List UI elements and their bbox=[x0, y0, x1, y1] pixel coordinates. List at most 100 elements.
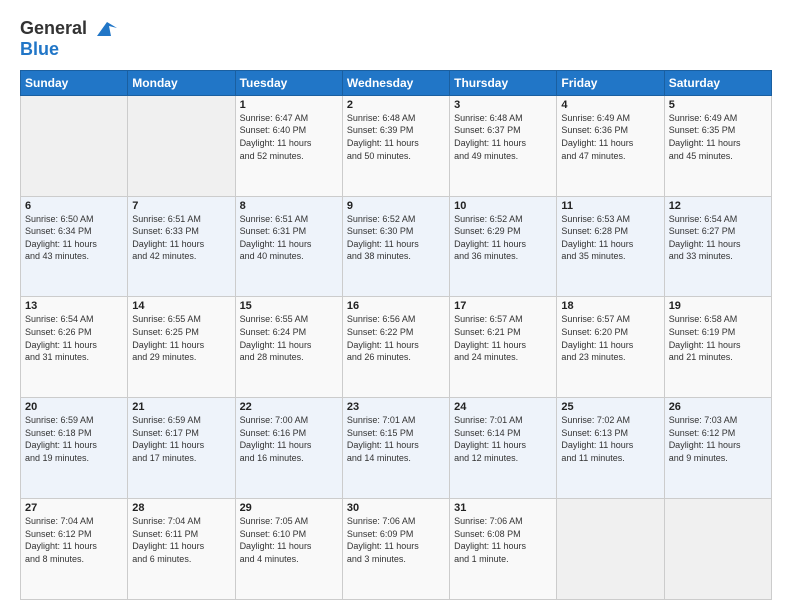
calendar-cell: 21Sunrise: 6:59 AMSunset: 6:17 PMDayligh… bbox=[128, 398, 235, 499]
calendar-cell: 5Sunrise: 6:49 AMSunset: 6:35 PMDaylight… bbox=[664, 95, 771, 196]
day-info: Sunrise: 6:55 AMSunset: 6:25 PMDaylight:… bbox=[132, 313, 230, 363]
calendar-cell: 2Sunrise: 6:48 AMSunset: 6:39 PMDaylight… bbox=[342, 95, 449, 196]
day-number: 26 bbox=[669, 401, 767, 413]
day-info: Sunrise: 7:01 AMSunset: 6:14 PMDaylight:… bbox=[454, 414, 552, 464]
day-number: 28 bbox=[132, 502, 230, 514]
logo: General Blue bbox=[20, 18, 121, 60]
calendar-cell: 7Sunrise: 6:51 AMSunset: 6:33 PMDaylight… bbox=[128, 196, 235, 297]
day-number: 5 bbox=[669, 99, 767, 111]
day-number: 17 bbox=[454, 300, 552, 312]
day-info: Sunrise: 6:57 AMSunset: 6:20 PMDaylight:… bbox=[561, 313, 659, 363]
calendar-cell: 29Sunrise: 7:05 AMSunset: 6:10 PMDayligh… bbox=[235, 499, 342, 600]
calendar-cell: 24Sunrise: 7:01 AMSunset: 6:14 PMDayligh… bbox=[450, 398, 557, 499]
week-row-4: 20Sunrise: 6:59 AMSunset: 6:18 PMDayligh… bbox=[21, 398, 772, 499]
day-number: 21 bbox=[132, 401, 230, 413]
day-number: 9 bbox=[347, 200, 445, 212]
day-number: 8 bbox=[240, 200, 338, 212]
calendar-cell: 4Sunrise: 6:49 AMSunset: 6:36 PMDaylight… bbox=[557, 95, 664, 196]
day-info: Sunrise: 6:53 AMSunset: 6:28 PMDaylight:… bbox=[561, 213, 659, 263]
calendar-cell: 18Sunrise: 6:57 AMSunset: 6:20 PMDayligh… bbox=[557, 297, 664, 398]
calendar-cell bbox=[21, 95, 128, 196]
day-info: Sunrise: 6:59 AMSunset: 6:17 PMDaylight:… bbox=[132, 414, 230, 464]
calendar-cell bbox=[664, 499, 771, 600]
weekday-header-wednesday: Wednesday bbox=[342, 70, 449, 95]
day-number: 25 bbox=[561, 401, 659, 413]
day-info: Sunrise: 7:04 AMSunset: 6:12 PMDaylight:… bbox=[25, 515, 123, 565]
day-info: Sunrise: 6:54 AMSunset: 6:26 PMDaylight:… bbox=[25, 313, 123, 363]
day-number: 10 bbox=[454, 200, 552, 212]
calendar-cell: 9Sunrise: 6:52 AMSunset: 6:30 PMDaylight… bbox=[342, 196, 449, 297]
day-info: Sunrise: 6:47 AMSunset: 6:40 PMDaylight:… bbox=[240, 112, 338, 162]
logo-blue: Blue bbox=[20, 39, 59, 59]
weekday-header-tuesday: Tuesday bbox=[235, 70, 342, 95]
calendar-cell bbox=[557, 499, 664, 600]
day-info: Sunrise: 6:51 AMSunset: 6:31 PMDaylight:… bbox=[240, 213, 338, 263]
calendar-cell bbox=[128, 95, 235, 196]
day-number: 24 bbox=[454, 401, 552, 413]
calendar-cell: 31Sunrise: 7:06 AMSunset: 6:08 PMDayligh… bbox=[450, 499, 557, 600]
calendar-cell: 1Sunrise: 6:47 AMSunset: 6:40 PMDaylight… bbox=[235, 95, 342, 196]
day-info: Sunrise: 7:06 AMSunset: 6:09 PMDaylight:… bbox=[347, 515, 445, 565]
day-info: Sunrise: 6:48 AMSunset: 6:39 PMDaylight:… bbox=[347, 112, 445, 162]
day-info: Sunrise: 7:06 AMSunset: 6:08 PMDaylight:… bbox=[454, 515, 552, 565]
calendar-cell: 23Sunrise: 7:01 AMSunset: 6:15 PMDayligh… bbox=[342, 398, 449, 499]
day-info: Sunrise: 7:02 AMSunset: 6:13 PMDaylight:… bbox=[561, 414, 659, 464]
logo-general: General bbox=[20, 19, 87, 39]
calendar-cell: 27Sunrise: 7:04 AMSunset: 6:12 PMDayligh… bbox=[21, 499, 128, 600]
calendar-cell: 20Sunrise: 6:59 AMSunset: 6:18 PMDayligh… bbox=[21, 398, 128, 499]
calendar-cell: 6Sunrise: 6:50 AMSunset: 6:34 PMDaylight… bbox=[21, 196, 128, 297]
day-info: Sunrise: 7:03 AMSunset: 6:12 PMDaylight:… bbox=[669, 414, 767, 464]
weekday-header-thursday: Thursday bbox=[450, 70, 557, 95]
day-number: 15 bbox=[240, 300, 338, 312]
calendar-cell: 3Sunrise: 6:48 AMSunset: 6:37 PMDaylight… bbox=[450, 95, 557, 196]
day-number: 23 bbox=[347, 401, 445, 413]
day-info: Sunrise: 6:55 AMSunset: 6:24 PMDaylight:… bbox=[240, 313, 338, 363]
weekday-header-row: SundayMondayTuesdayWednesdayThursdayFrid… bbox=[21, 70, 772, 95]
header: General Blue bbox=[20, 18, 772, 60]
day-number: 16 bbox=[347, 300, 445, 312]
day-number: 13 bbox=[25, 300, 123, 312]
day-number: 11 bbox=[561, 200, 659, 212]
day-info: Sunrise: 6:51 AMSunset: 6:33 PMDaylight:… bbox=[132, 213, 230, 263]
day-number: 31 bbox=[454, 502, 552, 514]
calendar-cell: 15Sunrise: 6:55 AMSunset: 6:24 PMDayligh… bbox=[235, 297, 342, 398]
calendar-cell: 19Sunrise: 6:58 AMSunset: 6:19 PMDayligh… bbox=[664, 297, 771, 398]
week-row-5: 27Sunrise: 7:04 AMSunset: 6:12 PMDayligh… bbox=[21, 499, 772, 600]
day-info: Sunrise: 6:49 AMSunset: 6:35 PMDaylight:… bbox=[669, 112, 767, 162]
day-number: 29 bbox=[240, 502, 338, 514]
day-info: Sunrise: 6:48 AMSunset: 6:37 PMDaylight:… bbox=[454, 112, 552, 162]
day-info: Sunrise: 6:49 AMSunset: 6:36 PMDaylight:… bbox=[561, 112, 659, 162]
calendar-cell: 11Sunrise: 6:53 AMSunset: 6:28 PMDayligh… bbox=[557, 196, 664, 297]
logo-bird-icon bbox=[89, 18, 119, 40]
day-number: 6 bbox=[25, 200, 123, 212]
week-row-1: 1Sunrise: 6:47 AMSunset: 6:40 PMDaylight… bbox=[21, 95, 772, 196]
calendar-cell: 8Sunrise: 6:51 AMSunset: 6:31 PMDaylight… bbox=[235, 196, 342, 297]
week-row-3: 13Sunrise: 6:54 AMSunset: 6:26 PMDayligh… bbox=[21, 297, 772, 398]
day-info: Sunrise: 7:01 AMSunset: 6:15 PMDaylight:… bbox=[347, 414, 445, 464]
day-info: Sunrise: 6:59 AMSunset: 6:18 PMDaylight:… bbox=[25, 414, 123, 464]
day-number: 2 bbox=[347, 99, 445, 111]
day-number: 3 bbox=[454, 99, 552, 111]
day-number: 1 bbox=[240, 99, 338, 111]
weekday-header-saturday: Saturday bbox=[664, 70, 771, 95]
day-number: 27 bbox=[25, 502, 123, 514]
calendar-cell: 25Sunrise: 7:02 AMSunset: 6:13 PMDayligh… bbox=[557, 398, 664, 499]
day-info: Sunrise: 6:52 AMSunset: 6:30 PMDaylight:… bbox=[347, 213, 445, 263]
day-info: Sunrise: 7:05 AMSunset: 6:10 PMDaylight:… bbox=[240, 515, 338, 565]
calendar-cell: 12Sunrise: 6:54 AMSunset: 6:27 PMDayligh… bbox=[664, 196, 771, 297]
day-info: Sunrise: 6:58 AMSunset: 6:19 PMDaylight:… bbox=[669, 313, 767, 363]
day-info: Sunrise: 7:00 AMSunset: 6:16 PMDaylight:… bbox=[240, 414, 338, 464]
weekday-header-monday: Monday bbox=[128, 70, 235, 95]
weekday-header-friday: Friday bbox=[557, 70, 664, 95]
day-number: 12 bbox=[669, 200, 767, 212]
day-number: 22 bbox=[240, 401, 338, 413]
calendar-cell: 10Sunrise: 6:52 AMSunset: 6:29 PMDayligh… bbox=[450, 196, 557, 297]
day-number: 20 bbox=[25, 401, 123, 413]
weekday-header-sunday: Sunday bbox=[21, 70, 128, 95]
day-info: Sunrise: 6:52 AMSunset: 6:29 PMDaylight:… bbox=[454, 213, 552, 263]
calendar-cell: 22Sunrise: 7:00 AMSunset: 6:16 PMDayligh… bbox=[235, 398, 342, 499]
calendar-cell: 13Sunrise: 6:54 AMSunset: 6:26 PMDayligh… bbox=[21, 297, 128, 398]
day-number: 4 bbox=[561, 99, 659, 111]
day-info: Sunrise: 6:56 AMSunset: 6:22 PMDaylight:… bbox=[347, 313, 445, 363]
calendar-cell: 16Sunrise: 6:56 AMSunset: 6:22 PMDayligh… bbox=[342, 297, 449, 398]
